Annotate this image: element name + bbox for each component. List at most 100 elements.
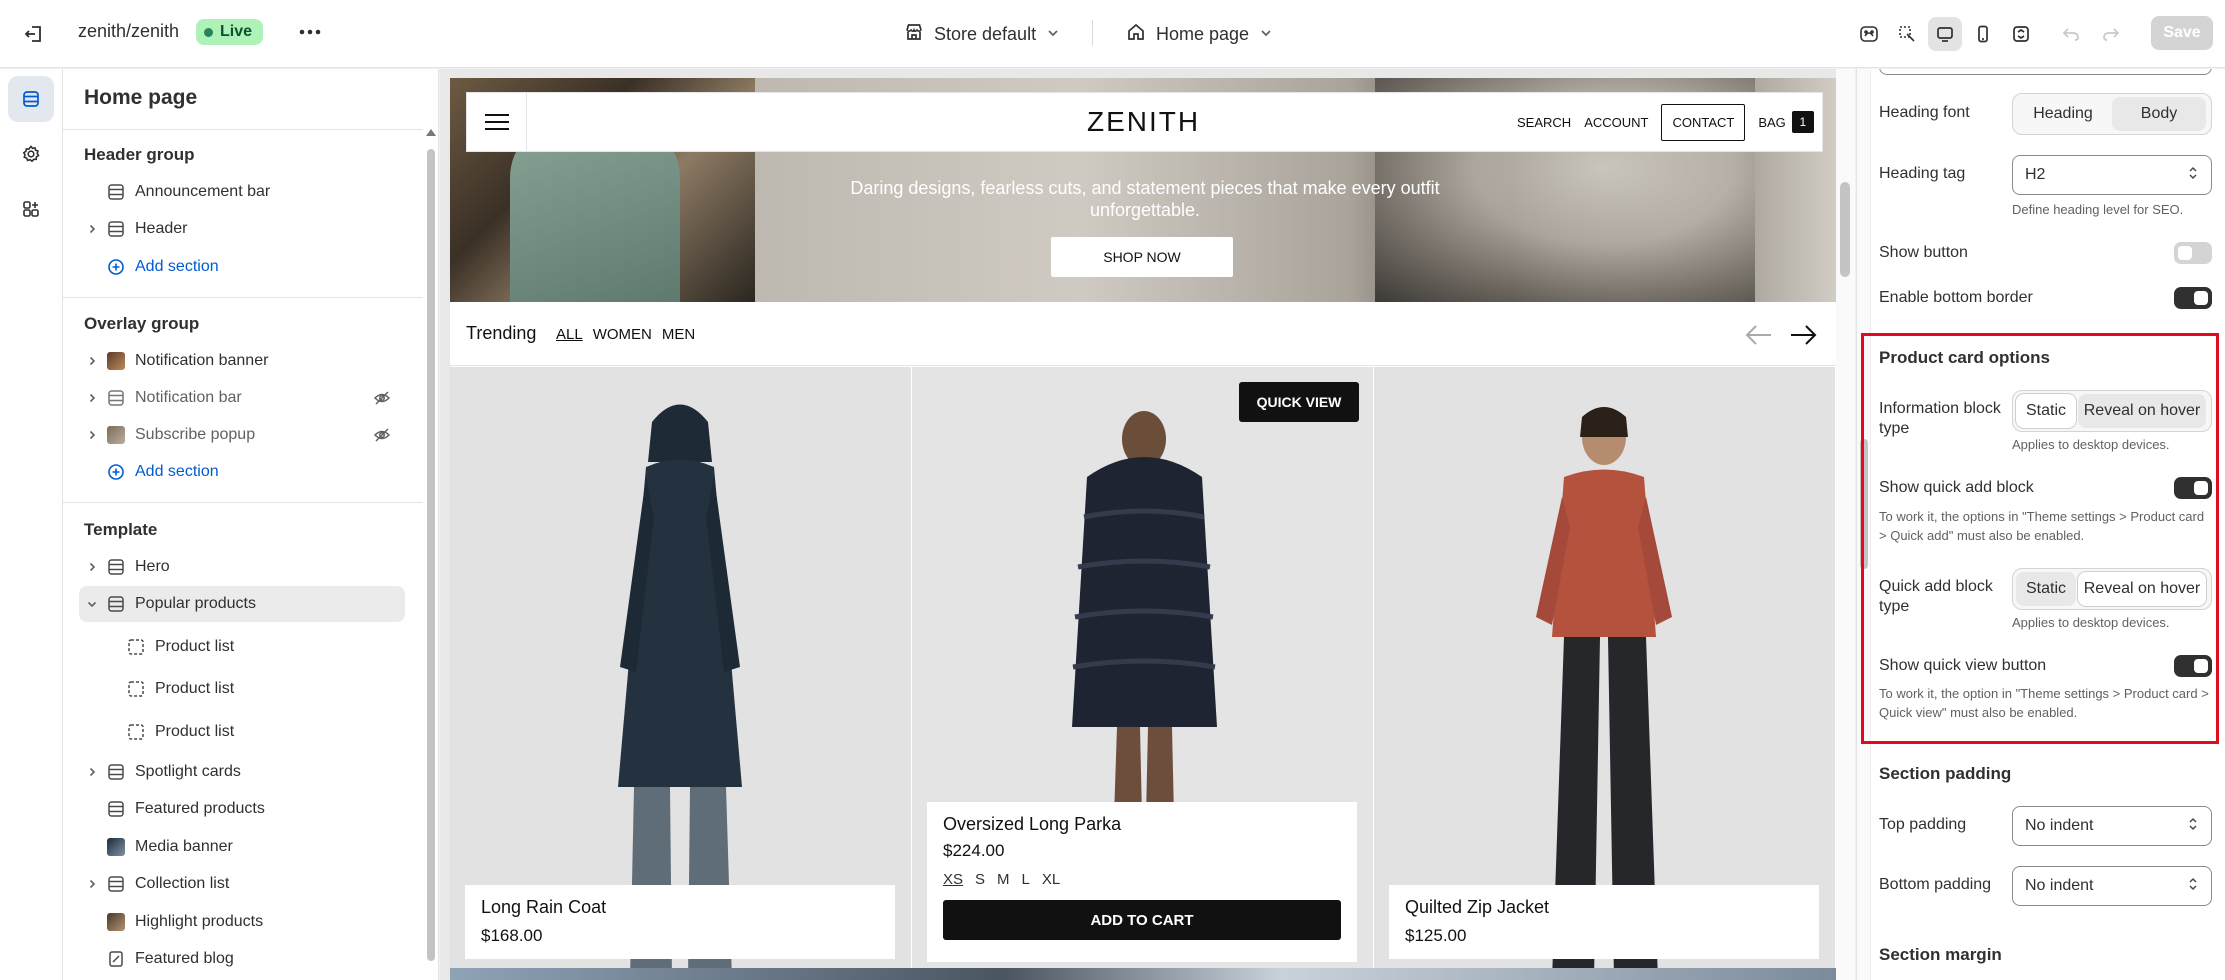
section-collection-list[interactable]: Collection list (79, 866, 405, 902)
eye-hidden-icon[interactable] (371, 424, 393, 446)
arrow-right-icon[interactable] (1788, 320, 1820, 350)
exit-icon[interactable] (20, 20, 48, 48)
section-media-banner[interactable]: Media banner (79, 829, 405, 865)
product-card[interactable]: Long Rain Coat $168.00 (450, 367, 911, 980)
shop-now-button[interactable]: SHOP NOW (1051, 237, 1233, 277)
undo-icon[interactable] (2054, 17, 2088, 51)
section-notification-banner[interactable]: Notification banner (79, 343, 405, 379)
header-links: SEARCH ACCOUNT CONTACT BAG 1 (1517, 103, 1814, 141)
eye-hidden-icon[interactable] (371, 387, 393, 409)
select-field-partial[interactable] (1879, 69, 2212, 75)
info-block-option-reveal[interactable]: Reveal on hover (2078, 394, 2206, 428)
sections-icon[interactable] (8, 76, 54, 122)
show-button-toggle[interactable] (2174, 242, 2212, 264)
section-popular-products[interactable]: Popular products (79, 586, 405, 622)
redo-icon[interactable] (2094, 17, 2128, 51)
heading-tag-select[interactable]: H2 (2012, 155, 2212, 195)
section-notification-bar[interactable]: Notification bar (79, 380, 405, 416)
section-spotlight-cards[interactable]: Spotlight cards (79, 754, 405, 790)
add-section-button[interactable]: Add section (79, 249, 405, 285)
tab-all[interactable]: ALL (556, 326, 583, 343)
section-padding-title: Section padding (1879, 764, 2012, 783)
section-announcement-bar[interactable]: Announcement bar (79, 174, 405, 210)
plus-circle-icon (105, 461, 127, 483)
block-product-list[interactable]: Product list (99, 629, 405, 665)
arrow-left-icon[interactable] (1742, 320, 1774, 350)
size-option[interactable]: XL (1042, 871, 1060, 888)
product-card[interactable]: QUICK VIEW Oversized Long Parka $224.00 … (912, 367, 1373, 980)
hero-section[interactable]: ZENITH SEARCH ACCOUNT CONTACT BAG 1 Darin… (450, 78, 1836, 302)
quick-view-button[interactable]: QUICK VIEW (1239, 382, 1359, 422)
section-hero[interactable]: Hero (79, 549, 405, 585)
add-section-button[interactable]: Add section (79, 454, 405, 490)
trending-title: Trending (466, 323, 537, 343)
chevron-right-icon[interactable] (79, 866, 105, 902)
account-link[interactable]: ACCOUNT (1584, 115, 1648, 130)
store-logo[interactable]: ZENITH (1087, 106, 1200, 138)
ai-sparkle-icon[interactable] (1852, 17, 1886, 51)
quick-add-toggle[interactable] (2174, 477, 2212, 499)
bag-link[interactable]: BAG 1 (1758, 111, 1814, 133)
size-option[interactable]: L (1022, 871, 1030, 888)
scrollbar-thumb[interactable] (427, 149, 435, 961)
block-product-list[interactable]: Product list (99, 671, 405, 707)
contact-link[interactable]: CONTACT (1661, 103, 1746, 141)
size-option[interactable]: S (975, 871, 985, 888)
info-block-option-static[interactable]: Static (2016, 394, 2076, 428)
sidebar-scrollbar[interactable] (425, 129, 437, 974)
bottom-border-toggle[interactable] (2174, 287, 2212, 309)
header-group-title: Header group (84, 145, 195, 164)
chevron-right-icon[interactable] (79, 417, 105, 453)
section-header[interactable]: Header (79, 211, 405, 247)
chevron-right-icon[interactable] (79, 380, 105, 416)
section-highlight-products[interactable]: Highlight products (79, 904, 405, 940)
chevron-right-icon[interactable] (79, 343, 105, 379)
product-name[interactable]: Quilted Zip Jacket (1405, 897, 1803, 918)
quick-add-option-static[interactable]: Static (2016, 572, 2076, 606)
scroll-up-icon[interactable] (426, 129, 436, 136)
section-featured-products[interactable]: Featured products (79, 791, 405, 827)
chevron-right-icon[interactable] (79, 211, 105, 247)
heading-font-option-body[interactable]: Body (2112, 97, 2206, 131)
product-name[interactable]: Oversized Long Parka (943, 814, 1341, 835)
size-option[interactable]: M (997, 871, 1010, 888)
tab-men[interactable]: MEN (662, 326, 695, 343)
block-product-list[interactable]: Product list (99, 714, 405, 750)
menu-icon[interactable] (467, 93, 527, 151)
desktop-view-icon[interactable] (1928, 17, 1962, 51)
product-card[interactable]: Quilted Zip Jacket $125.00 (1374, 367, 1835, 980)
template-title: Template (84, 520, 158, 539)
chevron-right-icon[interactable] (79, 549, 105, 585)
inspector-icon[interactable] (1890, 17, 1924, 51)
context-selector[interactable]: Store default (904, 19, 1060, 49)
add-to-cart-button[interactable]: ADD TO CART (943, 900, 1341, 940)
preview-scrollbar[interactable] (1836, 69, 1855, 980)
section-subscribe-popup[interactable]: Subscribe popup (79, 417, 405, 453)
chevron-down-icon[interactable] (79, 586, 105, 622)
chevron-right-icon[interactable] (79, 754, 105, 790)
chevron-down-icon (1259, 24, 1273, 45)
save-button[interactable]: Save (2151, 16, 2213, 50)
mobile-view-icon[interactable] (1966, 17, 2000, 51)
heading-tag-help: Define heading level for SEO. (2012, 202, 2184, 217)
page-selector[interactable]: Home page (1126, 19, 1273, 49)
quick-add-type-segmented: Static Reveal on hover (2012, 568, 2212, 610)
heading-font-option-heading[interactable]: Heading (2016, 97, 2110, 131)
top-padding-select[interactable]: No indent (2012, 806, 2212, 846)
tab-women[interactable]: WOMEN (593, 326, 652, 343)
gear-icon[interactable] (8, 131, 54, 177)
scrollbar-thumb[interactable] (1840, 182, 1850, 277)
bottom-padding-select[interactable]: No indent (2012, 866, 2212, 906)
apps-icon[interactable] (8, 186, 54, 232)
fullscreen-icon[interactable] (2004, 17, 2038, 51)
more-actions-icon[interactable] (296, 18, 324, 46)
section-featured-blog[interactable]: Featured blog (79, 941, 405, 977)
product-name[interactable]: Long Rain Coat (481, 897, 879, 918)
trending-tabs: ALL WOMEN MEN (556, 326, 695, 343)
quick-add-option-reveal[interactable]: Reveal on hover (2078, 572, 2206, 606)
search-link[interactable]: SEARCH (1517, 115, 1571, 130)
block-icon (125, 678, 147, 700)
bag-count-badge: 1 (1791, 111, 1814, 133)
quick-view-toggle[interactable] (2174, 655, 2212, 677)
size-option[interactable]: XS (943, 871, 963, 888)
